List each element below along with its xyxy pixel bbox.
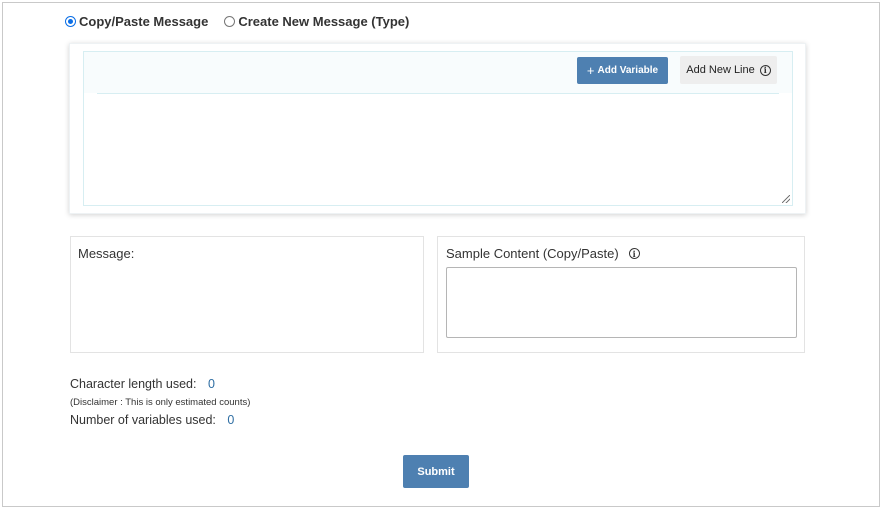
- sample-content-textarea[interactable]: [446, 267, 797, 338]
- radio-label: Create New Message (Type): [238, 14, 410, 29]
- resize-handle-icon[interactable]: [782, 195, 790, 203]
- radio-checked-icon[interactable]: [65, 16, 76, 27]
- message-editor: + Add Variable Add New Line i: [83, 51, 793, 206]
- add-variable-button[interactable]: + Add Variable: [577, 57, 668, 84]
- character-length-label: Character length used:: [70, 377, 197, 391]
- variables-used-value: 0: [227, 413, 235, 427]
- message-editor-textarea[interactable]: [97, 96, 781, 201]
- radio-copy-paste-message[interactable]: Copy/Paste Message: [65, 14, 208, 29]
- radio-label: Copy/Paste Message: [79, 14, 209, 29]
- variables-used-label: Number of variables used:: [70, 413, 216, 427]
- message-label: Message:: [78, 246, 135, 261]
- toolbar-divider: [97, 93, 779, 94]
- character-length-stat: Character length used: 0: [70, 377, 215, 391]
- info-icon[interactable]: i: [759, 64, 771, 76]
- message-editor-card: + Add Variable Add New Line i: [69, 43, 806, 214]
- message-mode-radio-group: Copy/Paste Message Create New Message (T…: [65, 14, 425, 29]
- radio-unchecked-icon[interactable]: [224, 16, 236, 27]
- plus-icon: +: [586, 63, 595, 78]
- submit-button[interactable]: Submit: [403, 455, 469, 488]
- add-new-line-button[interactable]: Add New Line i: [680, 56, 777, 84]
- sample-content-label-row: Sample Content (Copy/Paste) i: [446, 246, 640, 261]
- editor-toolbar: + Add Variable Add New Line i: [84, 52, 792, 93]
- disclaimer-text: (Disclaimer : This is only estimated cou…: [70, 397, 251, 408]
- radio-create-new-message[interactable]: Create New Message (Type): [224, 14, 409, 29]
- info-icon[interactable]: i: [628, 248, 640, 259]
- sample-content-panel: Sample Content (Copy/Paste) i: [437, 236, 805, 353]
- message-preview-panel: Message:: [70, 236, 424, 353]
- add-new-line-label: Add New Line: [686, 64, 755, 76]
- character-length-value: 0: [207, 377, 215, 391]
- sample-content-label: Sample Content (Copy/Paste): [446, 246, 619, 261]
- add-variable-label: Add Variable: [597, 65, 659, 76]
- variables-used-stat: Number of variables used: 0: [70, 413, 234, 427]
